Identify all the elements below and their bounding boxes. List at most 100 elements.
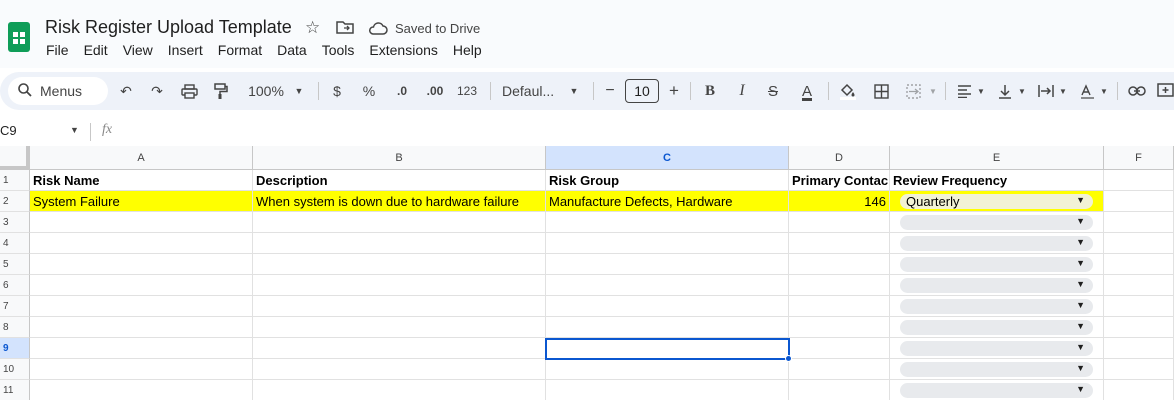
cell-b11[interactable] — [253, 380, 546, 400]
cell-f9[interactable] — [1104, 338, 1174, 359]
cell-a3[interactable] — [30, 212, 253, 233]
merge-chevron-down-icon[interactable]: ▼ — [928, 72, 938, 110]
review-frequency-dropdown[interactable]: ▼ — [900, 236, 1093, 251]
cell-f4[interactable] — [1104, 233, 1174, 254]
column-header-b[interactable]: B — [253, 146, 546, 170]
cell-c11[interactable] — [546, 380, 789, 400]
insert-link-icon[interactable] — [1127, 72, 1147, 110]
cell-c7[interactable] — [546, 296, 789, 317]
row-header[interactable]: 3 — [0, 212, 30, 233]
chevron-down-icon[interactable]: ▼ — [1076, 342, 1085, 352]
review-frequency-dropdown[interactable]: Quarterly ▼ — [900, 194, 1093, 209]
row-header[interactable]: 1 — [0, 170, 30, 191]
cell-c6[interactable] — [546, 275, 789, 296]
cell-c8[interactable] — [546, 317, 789, 338]
row-header[interactable]: 2 — [0, 191, 30, 212]
redo-icon[interactable]: ↷ — [148, 72, 166, 110]
review-frequency-dropdown[interactable]: ▼ — [900, 383, 1093, 398]
menu-edit[interactable]: Edit — [84, 42, 108, 58]
increase-font-size-button[interactable]: + — [666, 72, 682, 110]
cell-c2[interactable]: Manufacture Defects, Hardware — [546, 191, 789, 212]
review-frequency-dropdown[interactable]: ▼ — [900, 362, 1093, 377]
cell-d7[interactable] — [789, 296, 890, 317]
horizontal-align-icon[interactable] — [955, 72, 973, 110]
wrap-chevron-down-icon[interactable]: ▼ — [1058, 72, 1068, 110]
cell-b1[interactable]: Description — [253, 170, 546, 191]
cell-c10[interactable] — [546, 359, 789, 380]
cell-b8[interactable] — [253, 317, 546, 338]
cell-a7[interactable] — [30, 296, 253, 317]
row-header[interactable]: 5 — [0, 254, 30, 275]
chevron-down-icon[interactable]: ▼ — [1076, 237, 1085, 247]
menu-help[interactable]: Help — [453, 42, 482, 58]
cell-d11[interactable] — [789, 380, 890, 400]
cell-b6[interactable] — [253, 275, 546, 296]
cell-f10[interactable] — [1104, 359, 1174, 380]
cell-b3[interactable] — [253, 212, 546, 233]
zoom-select[interactable]: 100% — [244, 72, 288, 110]
chevron-down-icon[interactable]: ▼ — [1076, 300, 1085, 310]
review-frequency-dropdown[interactable]: ▼ — [900, 320, 1093, 335]
row-header[interactable]: 8 — [0, 317, 30, 338]
row-header[interactable]: 9 — [0, 338, 30, 359]
chevron-down-icon[interactable]: ▼ — [1076, 384, 1085, 394]
font-size-input[interactable]: 10 — [625, 79, 659, 103]
valign-chevron-down-icon[interactable]: ▼ — [1017, 72, 1027, 110]
column-header-c[interactable]: C — [546, 146, 789, 170]
review-frequency-dropdown[interactable]: ▼ — [900, 278, 1093, 293]
chevron-down-icon[interactable]: ▼ — [1076, 258, 1085, 268]
undo-icon[interactable]: ↶ — [117, 72, 135, 110]
fill-handle[interactable] — [785, 355, 792, 362]
cell-d8[interactable] — [789, 317, 890, 338]
cell-d2[interactable]: 146 — [789, 191, 890, 212]
merge-cells-icon[interactable] — [904, 72, 922, 110]
cell-c3[interactable] — [546, 212, 789, 233]
cell-f2[interactable] — [1104, 191, 1174, 212]
cell-d6[interactable] — [789, 275, 890, 296]
menu-file[interactable]: File — [46, 42, 69, 58]
print-icon[interactable] — [179, 72, 199, 110]
row-header[interactable]: 11 — [0, 380, 30, 400]
name-box-chevron-down-icon[interactable]: ▼ — [70, 125, 79, 135]
strikethrough-button[interactable]: S — [764, 72, 782, 110]
cell-d1[interactable]: Primary Contac — [789, 170, 890, 191]
cell-b9[interactable] — [253, 338, 546, 359]
cell-f11[interactable] — [1104, 380, 1174, 400]
menu-format[interactable]: Format — [218, 42, 262, 58]
menu-view[interactable]: View — [123, 42, 153, 58]
column-header-a[interactable]: A — [30, 146, 253, 170]
menu-tools[interactable]: Tools — [322, 42, 355, 58]
cell-b7[interactable] — [253, 296, 546, 317]
menu-extensions[interactable]: Extensions — [369, 42, 437, 58]
cell-a6[interactable] — [30, 275, 253, 296]
fill-color-icon[interactable] — [838, 72, 858, 110]
menu-insert[interactable]: Insert — [168, 42, 203, 58]
row-header[interactable]: 4 — [0, 233, 30, 254]
cell-c1[interactable]: Risk Group — [546, 170, 789, 191]
row-header[interactable]: 10 — [0, 359, 30, 380]
sheets-logo-icon[interactable] — [8, 22, 30, 52]
bold-button[interactable]: B — [702, 72, 718, 110]
cloud-saved-icon[interactable] — [368, 20, 388, 40]
cell-f1[interactable] — [1104, 170, 1174, 191]
increase-decimal-button[interactable]: .00 — [424, 72, 446, 110]
cell-b10[interactable] — [253, 359, 546, 380]
row-header[interactable]: 7 — [0, 296, 30, 317]
paint-format-icon[interactable] — [212, 72, 230, 110]
cell-f8[interactable] — [1104, 317, 1174, 338]
review-frequency-dropdown[interactable]: ▼ — [900, 257, 1093, 272]
italic-button[interactable]: I — [734, 72, 750, 110]
percent-format-button[interactable]: % — [361, 72, 377, 110]
zoom-chevron-down-icon[interactable]: ▼ — [293, 72, 305, 110]
chevron-down-icon[interactable]: ▼ — [1076, 195, 1085, 205]
cell-e1[interactable]: Review Frequency — [890, 170, 1104, 191]
column-header-e[interactable]: E — [890, 146, 1104, 170]
cell-f7[interactable] — [1104, 296, 1174, 317]
cell-d9[interactable] — [789, 338, 890, 359]
move-folder-icon[interactable] — [336, 20, 354, 37]
font-chevron-down-icon[interactable]: ▼ — [568, 72, 580, 110]
align-chevron-down-icon[interactable]: ▼ — [976, 72, 986, 110]
selected-cell-c9[interactable] — [545, 338, 790, 360]
cell-a11[interactable] — [30, 380, 253, 400]
text-rotation-icon[interactable] — [1078, 72, 1096, 110]
